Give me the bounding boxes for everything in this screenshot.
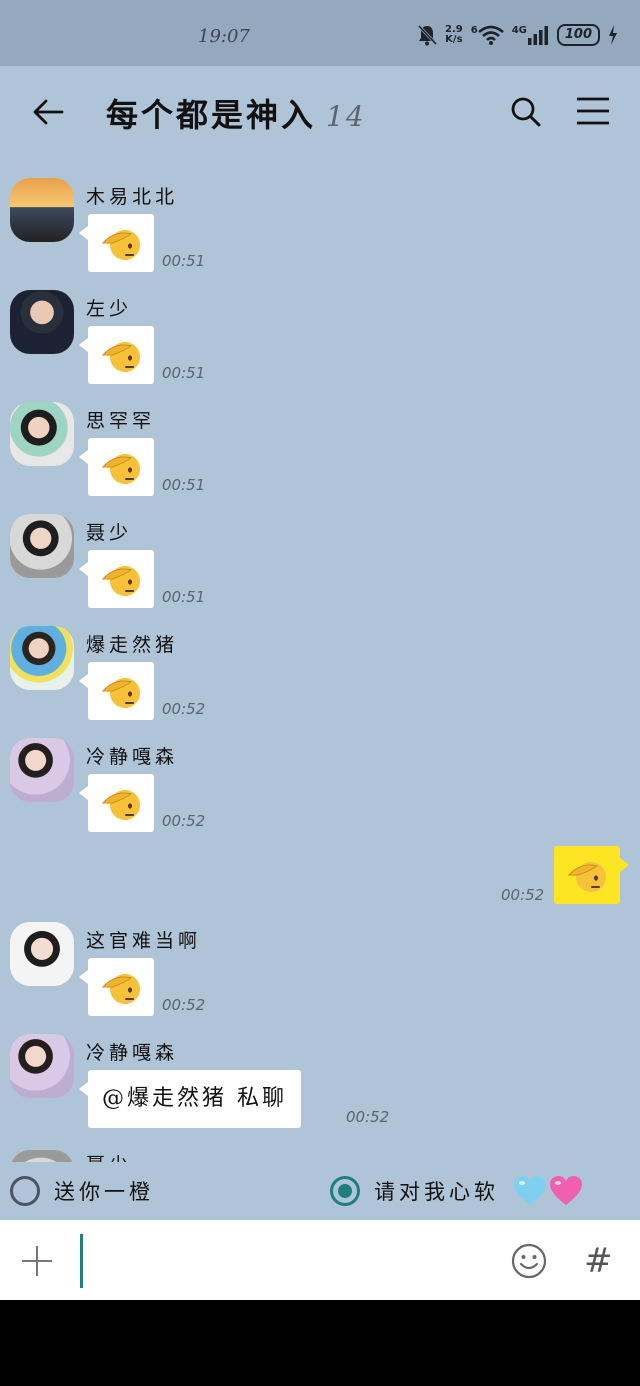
message-time: 00:52 <box>346 1108 390 1126</box>
navigation-area <box>0 1300 640 1386</box>
sender-name: 这官难当啊 <box>86 930 202 952</box>
saluting-face-emoji <box>101 224 141 262</box>
wifi-badge: 6 <box>470 25 478 36</box>
saluting-face-emoji <box>101 968 141 1006</box>
bell-off-icon <box>417 24 437 46</box>
light-blue-heart-emoji <box>514 1176 546 1205</box>
message-time: 00:52 <box>162 996 206 1014</box>
sticker-bubble[interactable] <box>79 662 154 720</box>
sticker-bubble[interactable] <box>79 438 154 496</box>
my-message-row: 00:52 <box>0 846 640 910</box>
sticker-bubble[interactable] <box>79 958 154 1016</box>
radio-unselected[interactable] <box>10 1176 40 1206</box>
avatar[interactable] <box>10 290 74 354</box>
group-name: 每个都是神入 <box>106 96 317 134</box>
battery-icon: 100 <box>556 24 600 46</box>
saluting-face-emoji <box>101 336 141 374</box>
message-time: 00:51 <box>162 476 206 494</box>
net-speed-unit: K/s <box>445 34 463 45</box>
menu-icon[interactable] <box>576 96 610 126</box>
message-time: 00:51 <box>162 252 206 270</box>
message-time: 00:52 <box>501 886 545 904</box>
avatar[interactable] <box>10 178 74 242</box>
message-time: 00:52 <box>162 700 206 718</box>
option-1[interactable]: 送你一橙 <box>10 1174 154 1208</box>
quick-reply-bar: 送你一橙 请对我心软 <box>0 1162 640 1220</box>
sender-name: 冷静嘎森 <box>86 1042 179 1064</box>
saluting-face-emoji <box>101 560 141 598</box>
message-row: 这官难当啊 00:52 <box>0 922 640 1022</box>
plus-icon[interactable] <box>20 1244 54 1278</box>
status-time: 19:07 <box>198 26 250 47</box>
option-2[interactable]: 请对我心软 <box>330 1174 583 1208</box>
option-2-label: 请对我心软 <box>374 1180 499 1204</box>
sender-name: 爆走然猪 <box>86 634 179 656</box>
member-count: 14 <box>326 100 366 133</box>
message-row: 冷静嘎森 00:52 <box>0 738 640 838</box>
sender-name: 思罕罕 <box>86 410 156 432</box>
hearts <box>513 1175 583 1207</box>
saluting-face-emoji <box>567 856 607 894</box>
chat-header: 每个都是神入 14 <box>0 66 640 162</box>
back-arrow-icon[interactable] <box>30 94 66 130</box>
message-time: 00:51 <box>162 588 206 606</box>
option-1-label: 送你一橙 <box>54 1180 154 1204</box>
message-row: 冷静嘎森 @爆走然猪 私聊 00:52 <box>0 1034 640 1134</box>
smile-icon[interactable] <box>510 1242 548 1280</box>
message-time: 00:51 <box>162 364 206 382</box>
message-row: 左少 00:51 <box>0 290 640 390</box>
status-bar: 19:07 2.9 K/s 6 4G 100 <box>0 0 640 66</box>
status-icons: 2.9 K/s 6 4G 100 <box>417 22 618 48</box>
hash-icon[interactable]: # <box>584 1242 613 1280</box>
cell-type: 4G <box>511 25 527 36</box>
sender-name: 聂少 <box>86 522 133 544</box>
sticker-bubble[interactable] <box>79 326 154 384</box>
radio-selected[interactable] <box>330 1176 360 1206</box>
avatar[interactable] <box>10 402 74 466</box>
message-input[interactable] <box>80 1234 83 1288</box>
net-speed: 2.9 K/s <box>445 25 463 45</box>
signal-icon <box>527 26 548 45</box>
search-icon[interactable] <box>510 96 542 128</box>
chat-title: 每个都是神入 14 <box>106 90 366 136</box>
sender-name: 左少 <box>86 298 133 320</box>
charging-icon <box>609 25 617 45</box>
pink-heart-emoji <box>550 1176 582 1205</box>
cell-indicator: 4G <box>512 25 549 45</box>
wifi-indicator: 6 <box>471 25 504 45</box>
sticker-bubble[interactable] <box>79 214 154 272</box>
avatar[interactable] <box>10 738 74 802</box>
sender-name: 木易北北 <box>86 186 179 208</box>
avatar[interactable] <box>10 922 74 986</box>
wifi-icon <box>477 25 504 45</box>
my-sticker-bubble[interactable] <box>554 846 629 904</box>
message-row: 爆走然猪 00:52 <box>0 626 640 726</box>
saluting-face-emoji <box>101 448 141 486</box>
avatar[interactable] <box>10 1034 74 1098</box>
saluting-face-emoji <box>101 784 141 822</box>
message-row: 木易北北 00:51 <box>0 178 640 278</box>
message-row: 聂少 00:51 <box>0 514 640 614</box>
sticker-bubble[interactable] <box>79 550 154 608</box>
message-row: 思罕罕 00:51 <box>0 402 640 502</box>
sender-name: 冷静嘎森 <box>86 746 179 768</box>
saluting-face-emoji <box>101 672 141 710</box>
avatar[interactable] <box>10 626 74 690</box>
chat-area[interactable]: 每个都是神入 14 木易北北 00:51 左少 00:51 思罕罕 00:51 … <box>0 66 640 1220</box>
avatar[interactable] <box>10 514 74 578</box>
sticker-bubble[interactable] <box>79 774 154 832</box>
text-bubble[interactable]: @爆走然猪 私聊 <box>79 1070 301 1128</box>
message-time: 00:52 <box>162 812 206 830</box>
input-bar: # <box>0 1220 640 1300</box>
